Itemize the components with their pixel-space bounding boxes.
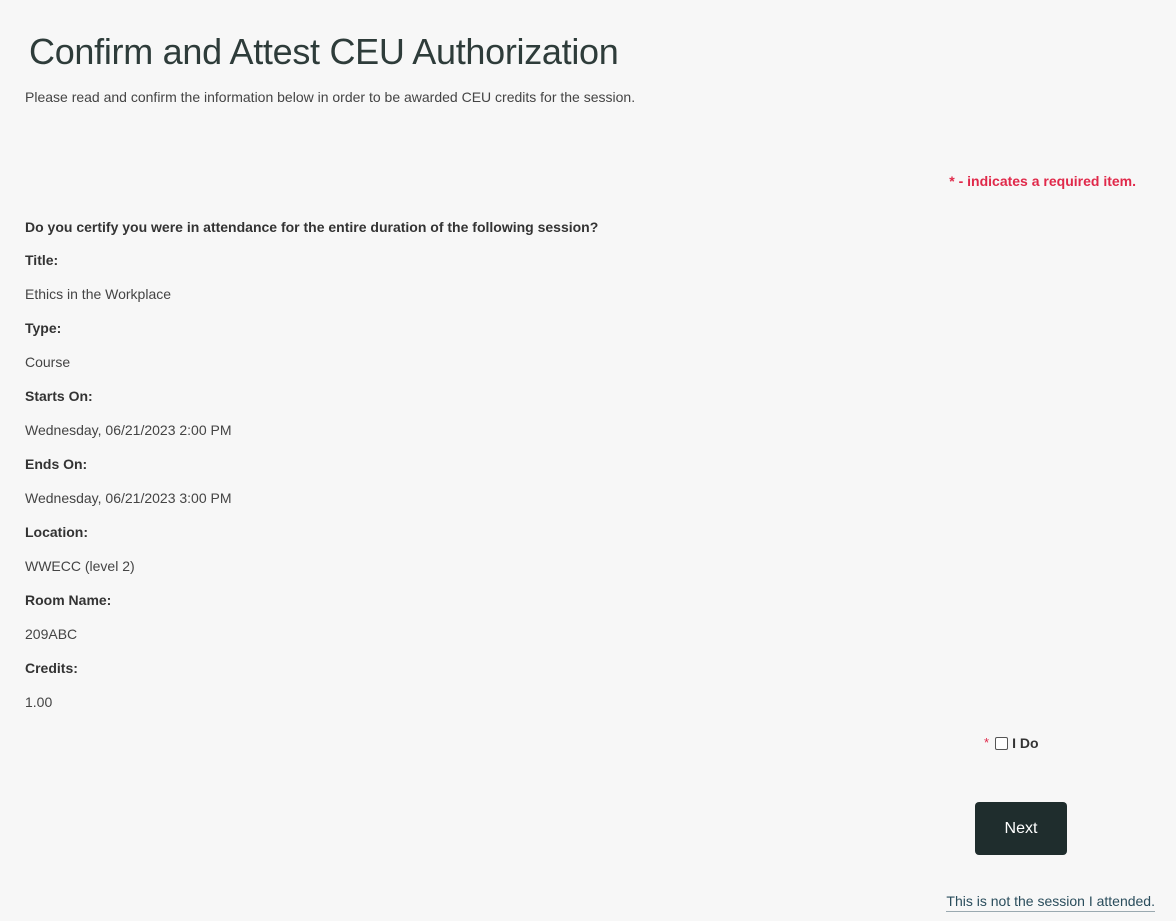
not-my-session-link[interactable]: This is not the session I attended. [946,892,1155,912]
i-do-checkbox[interactable] [995,736,1009,750]
i-do-label[interactable]: I Do [1012,734,1038,752]
detail-label-title: Title: [25,252,59,268]
page-subtitle: Please read and confirm the information … [25,89,636,105]
detail-label-credits: Credits: [25,660,78,676]
detail-value-type: Course [25,354,71,370]
detail-value-ends-on: Wednesday, 06/21/2023 3:00 PM [25,490,232,506]
page-title: Confirm and Attest CEU Authorization [29,31,619,72]
detail-value-starts-on: Wednesday, 06/21/2023 2:00 PM [25,422,232,438]
detail-value-location: WWECC (level 2) [25,558,135,574]
attendance-question: Do you certify you were in attendance fo… [25,219,599,235]
detail-value-title: Ethics in the Workplace [25,286,172,302]
required-note: * - indicates a required item. [949,173,1136,189]
detail-value-credits: 1.00 [25,694,53,710]
detail-label-room-name: Room Name: [25,592,112,608]
detail-label-ends-on: Ends On: [25,456,88,472]
detail-label-starts-on: Starts On: [25,388,93,404]
attest-page: Confirm and Attest CEU Authorization Ple… [0,0,1176,921]
next-button[interactable]: Next [975,802,1067,855]
session-details: Title: Ethics in the Workplace Type: Cou… [25,251,232,727]
required-marker: * [984,735,990,750]
attest-checkbox-row[interactable]: * I Do [984,734,1039,752]
detail-value-room-name: 209ABC [25,626,78,642]
detail-label-type: Type: [25,320,62,336]
detail-label-location: Location: [25,524,88,540]
